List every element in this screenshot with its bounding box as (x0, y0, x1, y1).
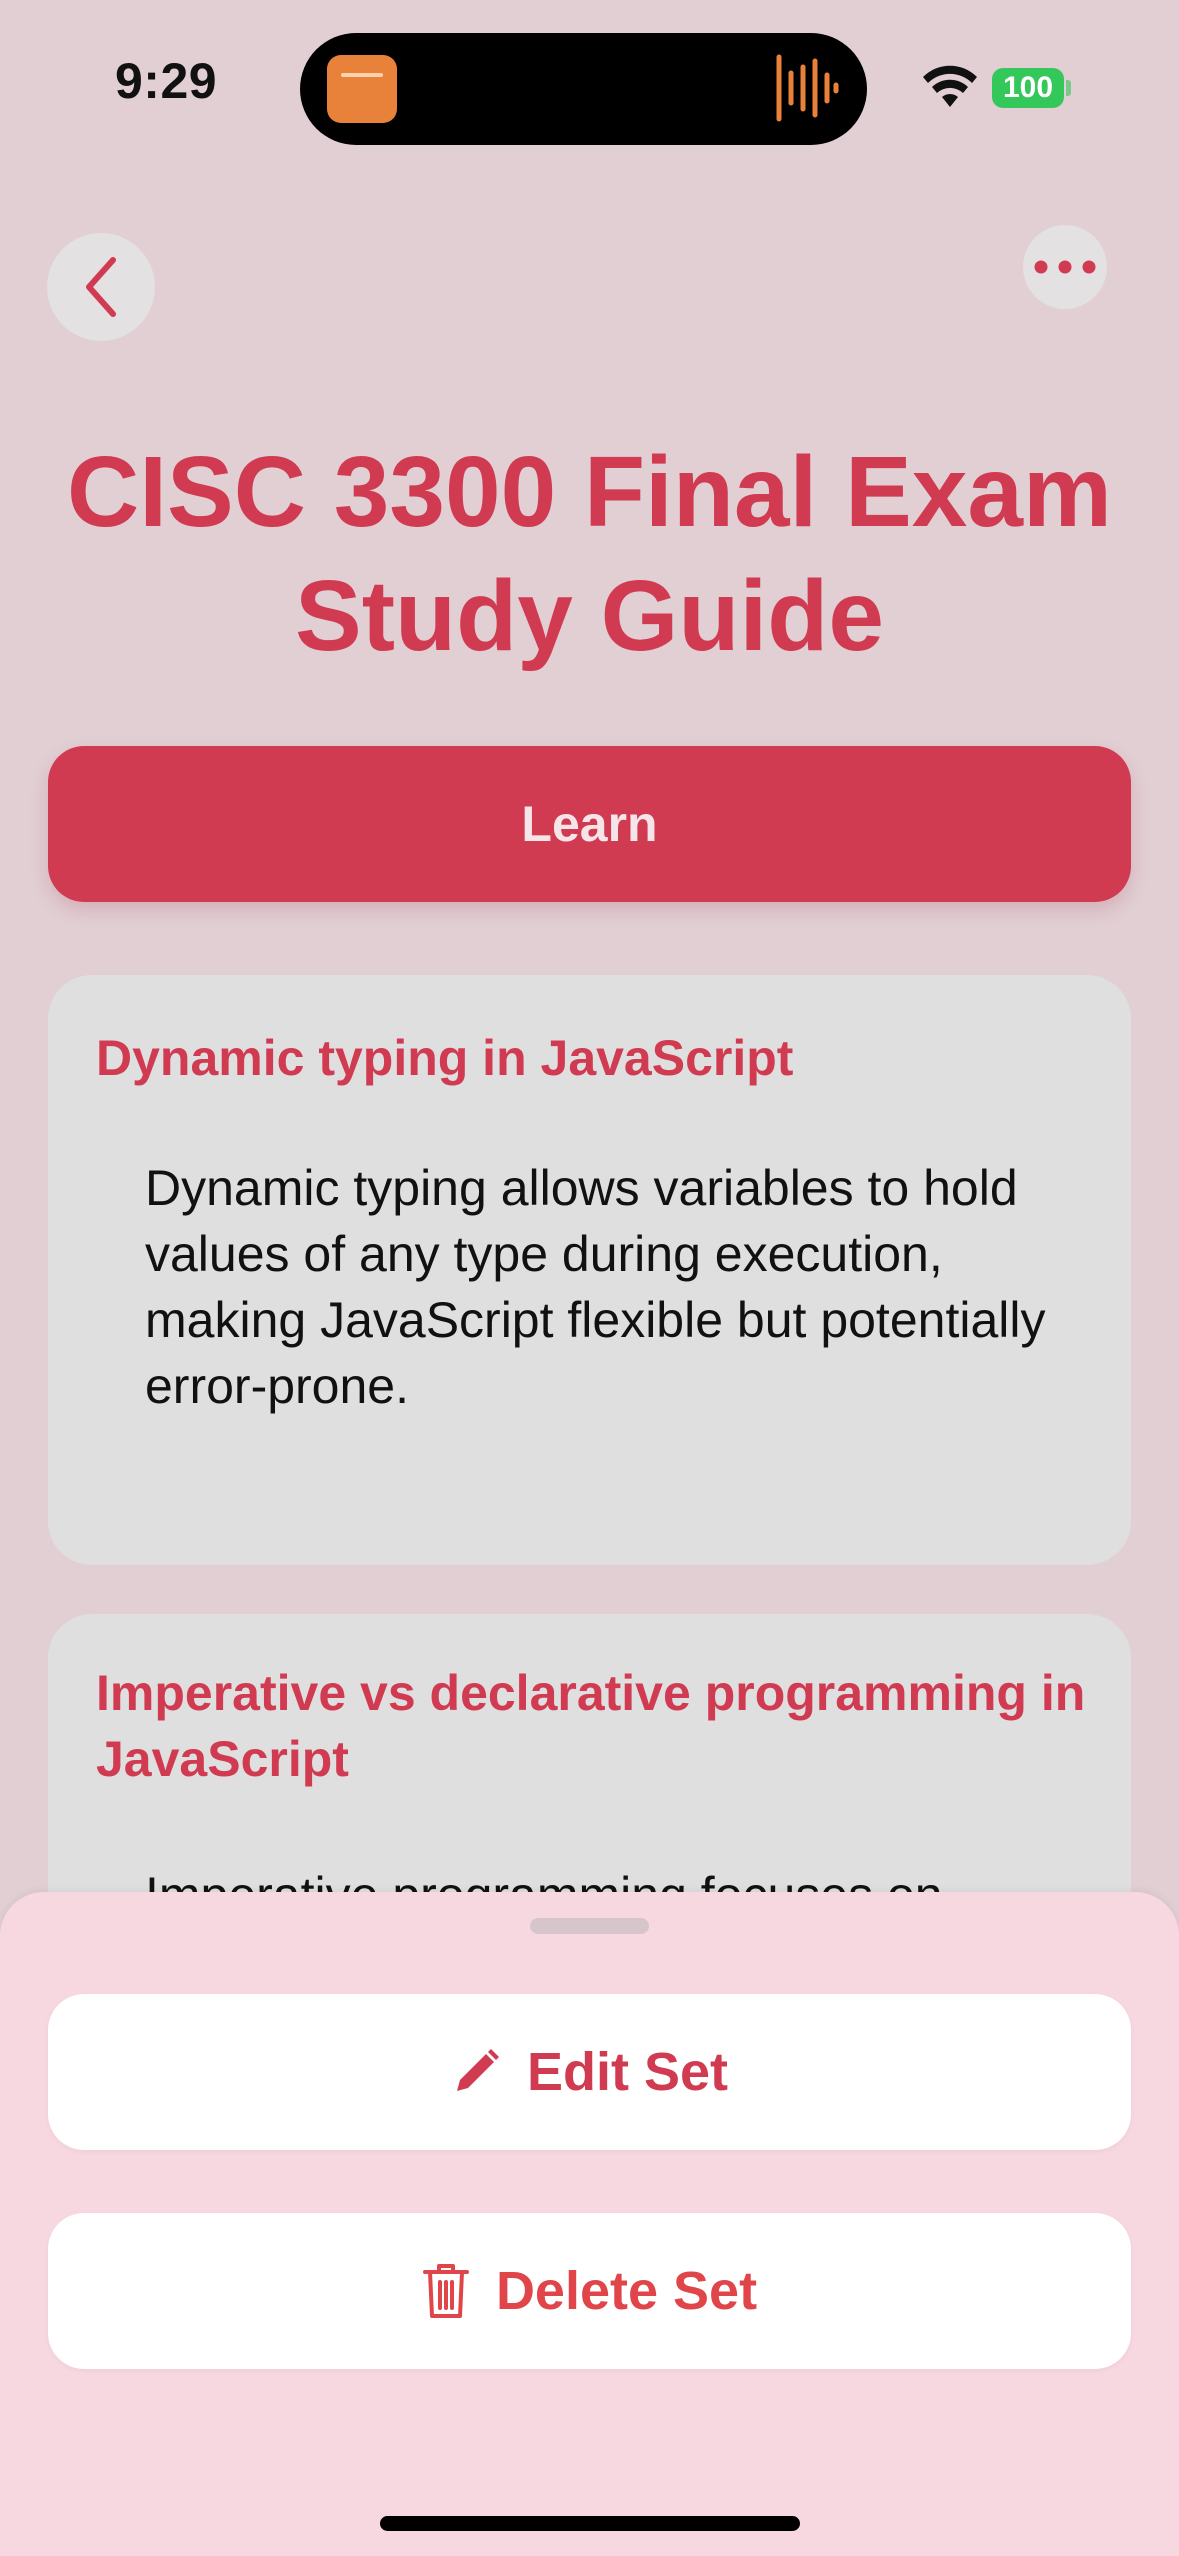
trash-icon (422, 2264, 469, 2318)
audio-waveform-icon (776, 54, 839, 122)
wifi-icon (923, 65, 977, 107)
ellipsis-icon (1034, 260, 1096, 274)
page-title: CISC 3300 Final Exam Study Guide (67, 436, 1112, 672)
live-activity-app-icon (327, 55, 397, 123)
edit-set-button[interactable]: Edit Set (48, 1994, 1131, 2150)
sheet-grabber[interactable] (530, 1918, 649, 1934)
delete-set-button[interactable]: Delete Set (48, 2213, 1131, 2369)
home-indicator[interactable] (380, 2516, 800, 2531)
more-options-button[interactable] (1023, 225, 1107, 309)
delete-set-label: Delete Set (495, 2261, 758, 2321)
pencil-icon (456, 2049, 499, 2091)
battery-indicator: 100 (992, 68, 1064, 108)
chevron-left-icon (86, 257, 116, 317)
flashcard[interactable]: Dynamic typing in JavaScript Dynamic typ… (48, 975, 1131, 1565)
card-term: Dynamic typing in JavaScript (96, 1030, 794, 1086)
learn-button[interactable]: Learn (48, 746, 1131, 902)
status-time: 9:29 (115, 53, 218, 109)
card-term: Imperative vs declarative programming in… (96, 1665, 1086, 1787)
back-button[interactable] (47, 233, 155, 341)
card-definition: Dynamic typing allows variables to hold … (145, 1160, 1046, 1414)
battery-tip (1066, 80, 1071, 96)
edit-set-label: Edit Set (526, 2042, 729, 2102)
